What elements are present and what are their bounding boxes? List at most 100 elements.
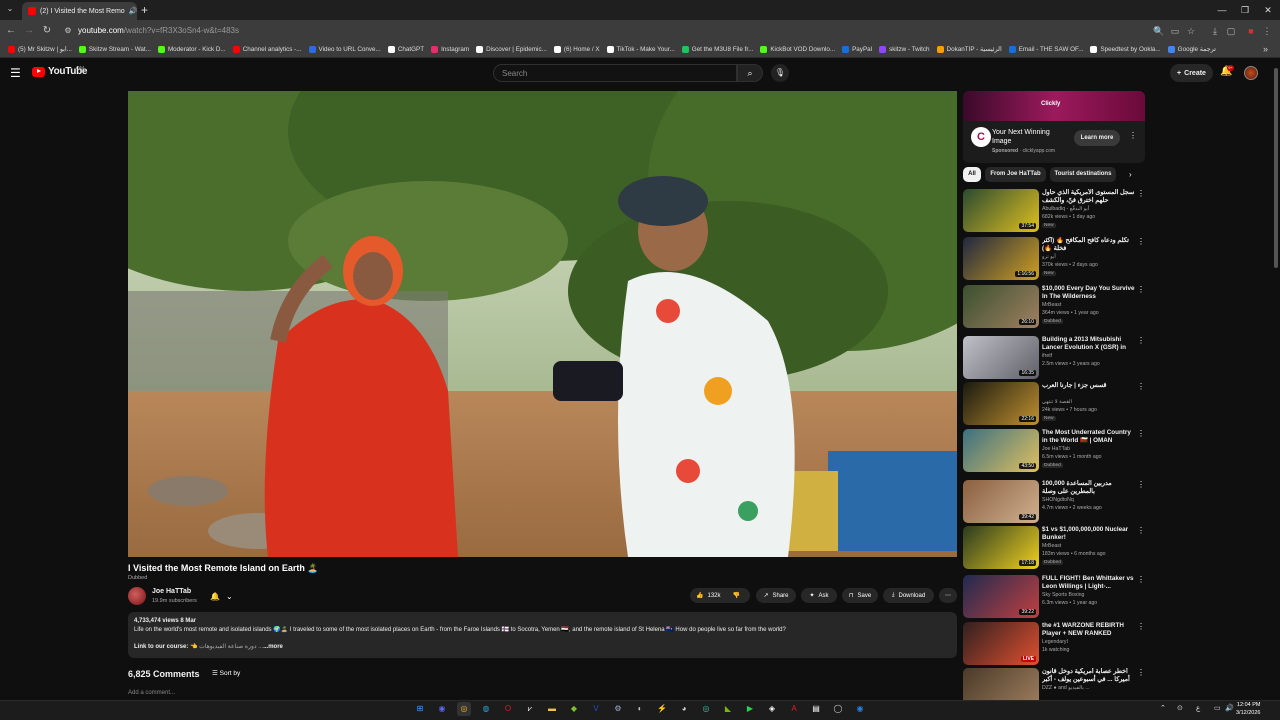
chip-tourist-destinations[interactable]: Tourist destinations xyxy=(1050,167,1116,182)
video-thumbnail[interactable]: 26:10 xyxy=(963,285,1039,328)
cast-icon[interactable]: ▭ xyxy=(1168,24,1182,38)
recommended-video[interactable]: 1:16:56 تكلم ودعاه كافح المكافح 🔥 (أكثر ف… xyxy=(963,237,1145,281)
profile-icon[interactable]: ■ xyxy=(1244,24,1258,38)
bookmark-item[interactable]: DokanTIP - الرئيسية xyxy=(935,46,1007,53)
bookmark-item[interactable]: (5) Mr Skitzw | ابو... xyxy=(6,46,77,53)
download-icon[interactable]: ⤓ xyxy=(1208,24,1222,38)
vpn-icon[interactable]: ◈ xyxy=(765,702,779,716)
browser-tab[interactable]: (2) I Visited the Most Remo 🔊 ✕ xyxy=(22,2,137,20)
more-options-icon[interactable]: ⋮ xyxy=(1137,336,1145,345)
video-player[interactable] xyxy=(128,91,957,557)
back-button[interactable]: ← xyxy=(4,24,18,38)
bookmark-item[interactable]: TikTok - Make Your... xyxy=(605,46,680,53)
video-thumbnail[interactable]: 37:54 xyxy=(963,189,1039,232)
sort-by-button[interactable]: ☰ Sort by xyxy=(212,669,240,677)
search-input[interactable]: Search xyxy=(493,64,737,82)
windows-start-icon[interactable]: ⊞ xyxy=(413,702,427,716)
recommended-channel[interactable]: MrBeast xyxy=(1042,302,1061,308)
like-button[interactable]: 👍 132k xyxy=(696,592,721,600)
account-avatar[interactable] xyxy=(1244,66,1258,80)
speaker-icon[interactable]: 🔊 xyxy=(129,7,137,15)
learn-more-button[interactable]: Learn more xyxy=(1074,130,1120,146)
chrome-icon[interactable]: ◎ xyxy=(457,702,471,716)
document-icon[interactable]: ▤ xyxy=(809,702,823,716)
tray-chevron-icon[interactable]: ⌃ xyxy=(1160,704,1166,712)
system-clock[interactable]: 12:04 PM 3/12/2026 xyxy=(1236,701,1260,717)
dislike-button[interactable]: 👎 xyxy=(733,592,740,599)
recommended-video-title[interactable]: the #1 WARZONE REBIRTH Player + NEW RANK… xyxy=(1042,622,1135,638)
adobe-icon[interactable]: A xyxy=(787,702,801,716)
more-options-icon[interactable]: ⋮ xyxy=(1137,668,1145,677)
download-button[interactable]: ⤓ Download xyxy=(883,588,934,603)
recommended-channel[interactable]: DZZ ● and بالفيديو ... xyxy=(1042,685,1090,691)
video-thumbnail[interactable]: 16:35 xyxy=(963,336,1039,379)
recommended-video[interactable]: 39:22 FULL FIGHT! Ben Whittaker vs Leon W… xyxy=(963,575,1145,619)
more-options-icon[interactable]: ⋮ xyxy=(1137,237,1145,246)
recommended-video-title[interactable]: $10,000 Every Day You Survive In The Wil… xyxy=(1042,285,1135,301)
tab-list-button[interactable]: ⌄ xyxy=(4,4,16,16)
create-button[interactable]: + Create xyxy=(1170,64,1213,82)
bookmark-item[interactable]: Get the M3U8 File fr... xyxy=(680,46,759,53)
recommended-channel[interactable]: Abulbadiq - أبو البدقّع xyxy=(1042,206,1089,212)
browser-menu-icon[interactable]: ⋮ xyxy=(1260,24,1274,38)
recommended-channel[interactable]: SHONgdtoNq xyxy=(1042,497,1074,503)
scrollbar-thumb[interactable] xyxy=(1274,68,1278,268)
extensions-icon[interactable]: ▢ xyxy=(1224,24,1238,38)
video-thumbnail[interactable]: 39:42 xyxy=(963,480,1039,523)
ad-more-icon[interactable]: ⋮ xyxy=(1129,131,1137,140)
search-button[interactable]: ⌕ xyxy=(737,64,763,82)
steam-icon[interactable]: ◐ xyxy=(633,702,647,716)
recommended-video-title[interactable]: FULL FIGHT! Ben Whittaker vs Leon Willin… xyxy=(1042,575,1135,591)
recommended-video-title[interactable]: سجل المستوى الأمريكية الذي حاول حلهم اخت… xyxy=(1042,189,1135,205)
recommended-video[interactable]: 43:50 The Most Underrated Country in the … xyxy=(963,429,1145,473)
bookmark-item[interactable]: ChatGPT xyxy=(386,46,429,53)
recommended-video[interactable]: 17:18 $1 vs $1,000,000,000 Nuclear Bunker… xyxy=(963,526,1145,570)
ask-button[interactable]: ✦ Ask xyxy=(801,588,837,603)
voice-search-button[interactable]: 🎙 xyxy=(771,64,789,82)
video-thumbnail[interactable]: 43:50 xyxy=(963,429,1039,472)
nvidia-icon[interactable]: ◣ xyxy=(721,702,735,716)
bookmark-item[interactable]: KickBot VOD Downlo... xyxy=(758,46,840,53)
reload-button[interactable]: ↻ xyxy=(40,24,54,38)
bookmark-star-icon[interactable]: ☆ xyxy=(1184,24,1198,38)
red-app-icon[interactable]: ⚡ xyxy=(655,702,669,716)
share-button[interactable]: ↗ Share xyxy=(756,588,796,603)
bookmark-item[interactable]: Skitzw Stream - Wat... xyxy=(77,46,156,53)
media-player-icon[interactable]: ▶ xyxy=(743,702,757,716)
recommended-video-title[interactable]: $1 vs $1,000,000,000 Nuclear Bunker! xyxy=(1042,526,1135,542)
recommended-video-title[interactable]: أخطر عصابة أمريكية دوخل قانون أميركا ...… xyxy=(1042,668,1135,684)
edge-icon[interactable]: ◍ xyxy=(479,702,493,716)
more-bookmarks-icon[interactable]: » xyxy=(1263,44,1268,54)
bookmark-item[interactable]: Google ترجمة xyxy=(1166,46,1221,53)
description-box[interactable]: 4,733,474 views 8 Mar Life on the world'… xyxy=(128,612,957,658)
recommended-video[interactable]: LIVE the #1 WARZONE REBIRTH Player + NEW … xyxy=(963,622,1145,666)
hamburger-menu-icon[interactable]: ☰ xyxy=(10,66,24,80)
game-icon[interactable]: ◆ xyxy=(567,702,581,716)
volume-icon[interactable]: 🔊 xyxy=(1225,704,1234,712)
sponsored-ad-card[interactable]: Clickly C Your Next Winning Image Sponso… xyxy=(963,91,1145,163)
bookmark-item[interactable]: Channel analytics -... xyxy=(231,46,307,53)
recommended-video[interactable]: 39:42 100,000 مدربين المساعدة بالمطرين عل… xyxy=(963,480,1145,524)
app-icon[interactable]: ◉ xyxy=(853,702,867,716)
chip-all[interactable]: All xyxy=(963,167,981,182)
github-icon[interactable]: ◕ xyxy=(677,702,691,716)
recommended-video[interactable]: 22:16 قسس جزء | جارنا العرب القصة لا تنتهي… xyxy=(963,382,1145,426)
save-button[interactable]: ⊓ Save xyxy=(842,588,878,603)
bookmark-item[interactable]: Email - THE SAW OF... xyxy=(1007,46,1089,53)
maximize-button[interactable]: ❐ xyxy=(1233,2,1257,18)
recommended-channel[interactable]: أبو ترو xyxy=(1042,254,1056,260)
recommended-video-title[interactable]: قسس جزء | جارنا العرب xyxy=(1042,382,1135,390)
virtualbox-icon[interactable]: V xyxy=(589,702,603,716)
recommended-video-title[interactable]: تكلم ودعاه كافح المكافح 🔥 (أكثر فخلة 🔥) xyxy=(1042,237,1135,253)
more-options-icon[interactable]: ⋮ xyxy=(1137,189,1145,198)
copilot-icon[interactable]: ◎ xyxy=(699,702,713,716)
network-icon[interactable]: ▭ xyxy=(1214,704,1221,712)
file-explorer-icon[interactable]: ▬ xyxy=(545,702,559,716)
more-link[interactable]: ...more xyxy=(263,644,283,650)
bookmark-item[interactable]: Instagram xyxy=(429,46,474,53)
subscription-bell-button[interactable]: 🔔 ⌄ xyxy=(210,589,242,603)
recommended-video[interactable]: 37:54 سجل المستوى الأمريكية الذي حاول حله… xyxy=(963,189,1145,233)
recommended-channel[interactable]: MrBeast xyxy=(1042,543,1061,549)
bookmark-item[interactable]: Moderator - Kick D... xyxy=(156,46,231,53)
more-options-icon[interactable]: ⋮ xyxy=(1137,285,1145,294)
